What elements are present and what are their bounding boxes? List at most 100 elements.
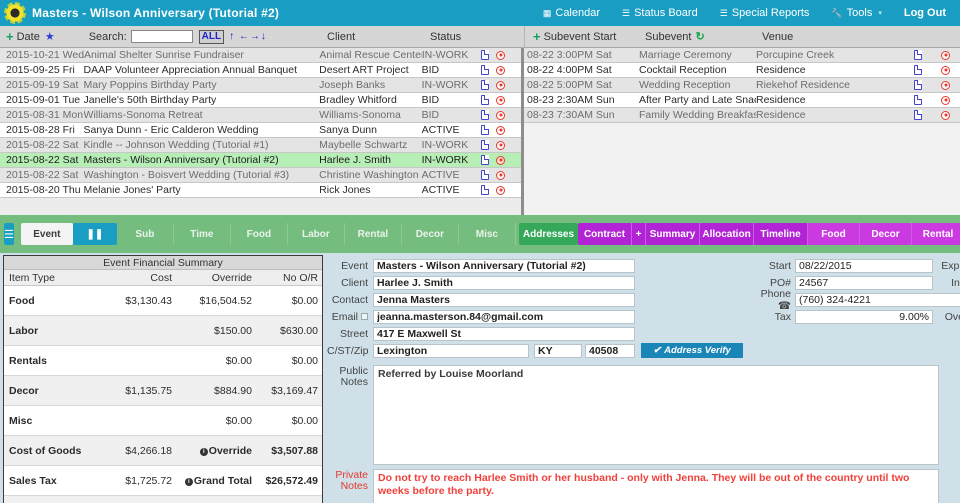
delete-icon[interactable] bbox=[496, 170, 506, 180]
nav-status-board[interactable]: ☰ Status Board bbox=[611, 0, 709, 26]
private-notes-textarea[interactable] bbox=[373, 469, 939, 503]
tab-contract[interactable]: Contract bbox=[578, 223, 633, 245]
tab-rental[interactable]: Rental bbox=[345, 223, 402, 245]
delete-icon[interactable] bbox=[496, 65, 506, 75]
city-field[interactable] bbox=[373, 343, 529, 358]
add-event-icon[interactable]: + bbox=[6, 29, 14, 44]
note-icon[interactable] bbox=[914, 50, 922, 60]
event-name-field[interactable] bbox=[373, 258, 635, 273]
note-icon[interactable] bbox=[481, 110, 490, 120]
column-header-client[interactable]: Client bbox=[327, 31, 355, 43]
tab-allocation[interactable]: Allocation bbox=[700, 223, 755, 245]
nav-calendar[interactable]: ▦ Calendar bbox=[532, 0, 611, 26]
tab-labor[interactable]: Labor bbox=[288, 223, 345, 245]
table-row[interactable]: 2015-08-22 Sat Kindle -- Johnson Wedding … bbox=[0, 138, 521, 153]
note-icon[interactable] bbox=[481, 50, 490, 60]
delete-icon[interactable] bbox=[496, 80, 506, 90]
address-verify-button[interactable]: ✔ Address Verify bbox=[641, 343, 743, 358]
note-icon[interactable] bbox=[481, 125, 490, 135]
email-field[interactable] bbox=[373, 309, 635, 324]
email-checkbox[interactable] bbox=[361, 312, 368, 320]
delete-icon[interactable] bbox=[496, 95, 506, 105]
table-row[interactable]: 2015-08-31 Mon Williams-Sonoma Retreat Wil… bbox=[0, 108, 521, 123]
note-icon[interactable] bbox=[481, 170, 490, 180]
tab-addresses[interactable]: Addresses bbox=[518, 223, 579, 245]
table-row[interactable]: 08-22 4:00PM Sat Cocktail Reception Reside… bbox=[524, 63, 960, 78]
table-row[interactable]: 2015-08-20 Thu Melanie Jones' Party Rick J… bbox=[0, 183, 521, 198]
phone-field[interactable] bbox=[795, 292, 960, 307]
tab-food[interactable]: Food bbox=[231, 223, 288, 245]
public-notes-textarea[interactable] bbox=[373, 365, 939, 465]
table-row[interactable]: 2015-10-21 Wed Animal Shelter Sunrise Fun… bbox=[0, 48, 521, 63]
contact-field[interactable] bbox=[373, 292, 635, 307]
note-icon[interactable] bbox=[481, 155, 490, 165]
note-icon[interactable] bbox=[914, 95, 922, 105]
hamburger-icon[interactable]: ☰ bbox=[4, 223, 14, 245]
delete-icon[interactable] bbox=[941, 65, 950, 75]
tab-decor[interactable]: Decor bbox=[402, 223, 459, 245]
tab-time[interactable]: Time bbox=[174, 223, 231, 245]
delete-icon[interactable] bbox=[941, 50, 950, 60]
po-number-field[interactable] bbox=[795, 275, 933, 290]
tab-rental[interactable]: Rental bbox=[912, 223, 960, 245]
delete-icon[interactable] bbox=[941, 80, 950, 90]
nav-tools[interactable]: 🔧 Tools ▾ bbox=[820, 0, 892, 26]
note-icon[interactable] bbox=[481, 65, 490, 75]
table-row[interactable]: 2015-09-01 Tue Janelle's 50th Birthday Pa… bbox=[0, 93, 521, 108]
note-icon[interactable] bbox=[914, 80, 922, 90]
nav-special-reports[interactable]: ☰ Special Reports bbox=[709, 0, 821, 26]
table-row[interactable]: 2015-08-22 Sat Washington - Boisvert Wedd… bbox=[0, 168, 521, 183]
filter-all-button[interactable]: ALL bbox=[198, 29, 225, 44]
tab-sub[interactable]: Sub bbox=[117, 223, 174, 245]
street-field[interactable] bbox=[373, 326, 635, 341]
logout-button[interactable]: Log Out bbox=[892, 0, 960, 26]
tab-timeline[interactable]: Timeline bbox=[754, 223, 809, 245]
table-row[interactable]: 08-23 2:30AM Sun After Party and Late Sna… bbox=[524, 93, 960, 108]
fin-cell-override[interactable]: i Override bbox=[172, 445, 252, 457]
note-icon[interactable] bbox=[481, 185, 490, 195]
note-icon[interactable] bbox=[481, 95, 490, 105]
table-row[interactable]: 2015-09-19 Sat Mary Poppins Birthday Part… bbox=[0, 78, 521, 93]
table-row[interactable]: 2015-08-28 Fri Sanya Dunn - Eric Calderon… bbox=[0, 123, 521, 138]
tab-misc[interactable]: Misc bbox=[459, 223, 516, 245]
table-row[interactable]: 2015-08-22 Sat Masters - Wilson Anniversa… bbox=[0, 153, 521, 168]
tab-[interactable]: ❚❚ bbox=[72, 223, 117, 245]
tab-food[interactable]: Food bbox=[808, 223, 861, 245]
table-row[interactable]: 08-22 3:00PM Sat Marriage Ceremony Porcupi… bbox=[524, 48, 960, 63]
start-date-field[interactable] bbox=[795, 258, 933, 273]
delete-icon[interactable] bbox=[496, 50, 506, 60]
delete-icon[interactable] bbox=[941, 110, 950, 120]
tax-rate-field[interactable] bbox=[795, 309, 933, 324]
note-icon[interactable] bbox=[481, 140, 490, 150]
info-icon[interactable]: i bbox=[184, 477, 193, 486]
note-icon[interactable] bbox=[914, 110, 922, 120]
tab-x[interactable]: + bbox=[632, 223, 647, 245]
search-input[interactable] bbox=[130, 30, 193, 43]
zip-field[interactable] bbox=[585, 343, 635, 358]
delete-icon[interactable] bbox=[941, 95, 950, 105]
table-row[interactable]: 08-23 7:30AM Sun Family Wedding Breakfast… bbox=[524, 108, 960, 123]
table-row[interactable]: 2015-09-25 Fri DAAP Volunteer Appreciatio… bbox=[0, 63, 521, 78]
tab-summary[interactable]: Summary bbox=[646, 223, 701, 245]
sort-arrows-icon[interactable]: ↑ ←→↓ bbox=[229, 31, 267, 42]
client-field[interactable] bbox=[373, 275, 635, 290]
column-header-subevent-start[interactable]: + Subevent Start bbox=[527, 29, 616, 44]
delete-icon[interactable] bbox=[496, 110, 506, 120]
refresh-icon[interactable]: ↻ bbox=[695, 30, 704, 43]
add-subevent-icon[interactable]: + bbox=[533, 29, 541, 44]
note-icon[interactable] bbox=[914, 65, 922, 75]
state-field[interactable] bbox=[534, 343, 582, 358]
fin-cell-override[interactable]: i Grand Total bbox=[172, 475, 252, 487]
column-header-status[interactable]: Status bbox=[430, 31, 461, 43]
tab-event[interactable]: Event bbox=[20, 223, 73, 245]
delete-icon[interactable] bbox=[496, 185, 506, 195]
column-header-venue[interactable]: Venue bbox=[762, 31, 793, 43]
info-icon[interactable]: i bbox=[199, 447, 208, 456]
column-header-date[interactable]: Date bbox=[17, 31, 40, 43]
delete-icon[interactable] bbox=[496, 140, 506, 150]
star-icon[interactable]: ★ bbox=[45, 30, 55, 43]
column-header-subevent[interactable]: Subevent ↻ bbox=[645, 30, 705, 44]
delete-icon[interactable] bbox=[496, 125, 506, 135]
tab-decor[interactable]: Decor bbox=[860, 223, 913, 245]
delete-icon[interactable] bbox=[496, 155, 506, 165]
